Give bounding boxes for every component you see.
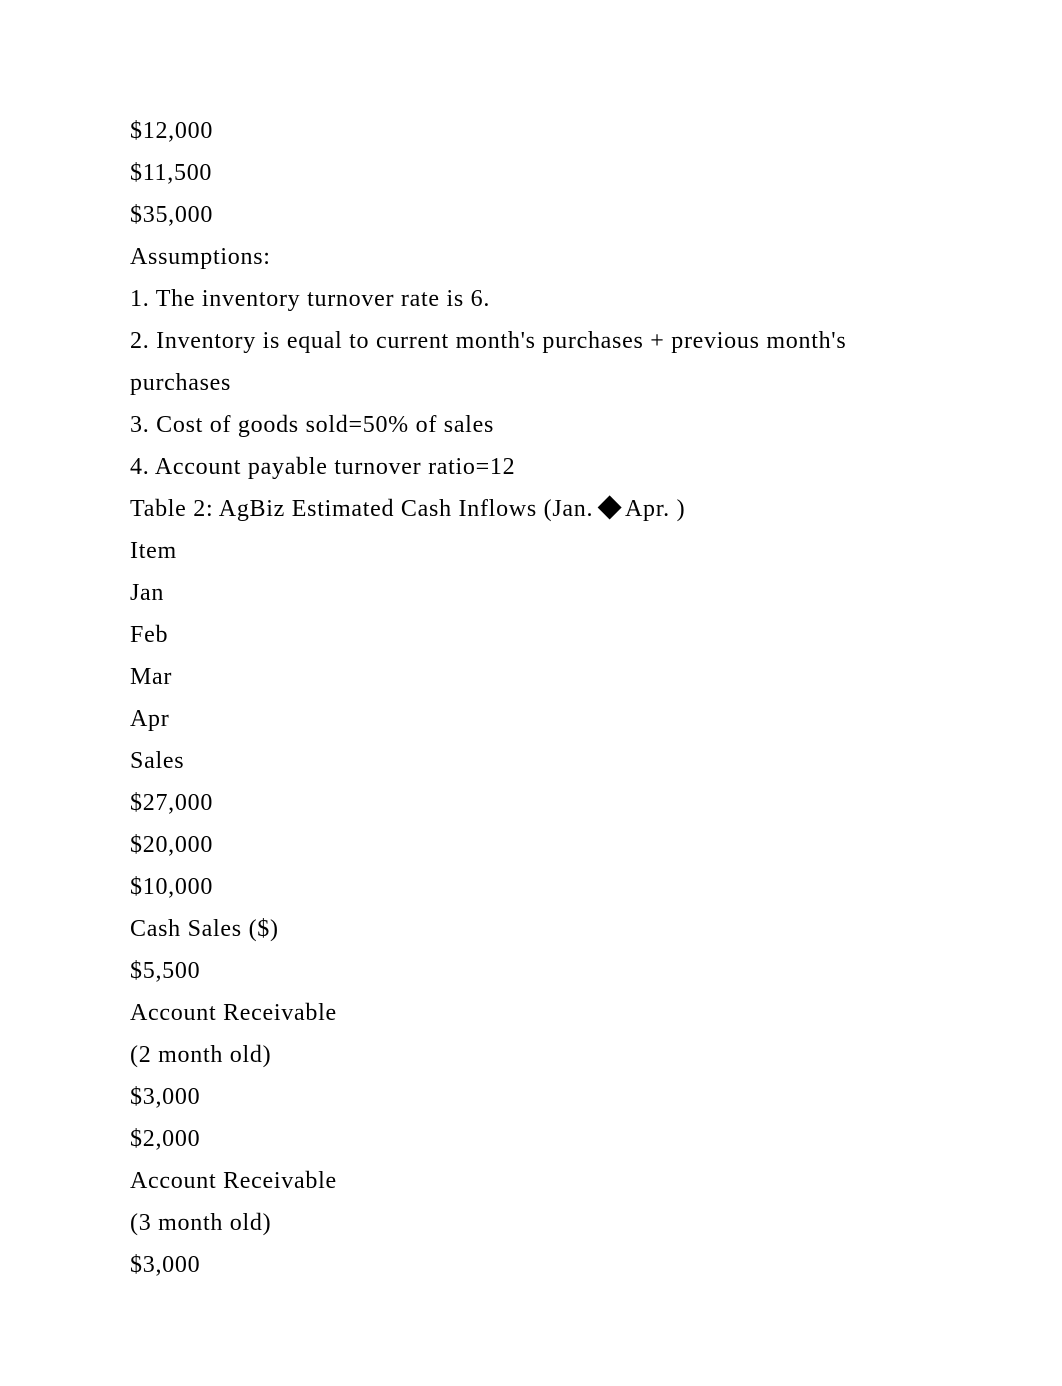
text-line: $3,000 bbox=[130, 1244, 932, 1286]
text-line: Jan bbox=[130, 572, 932, 614]
text-line: (2 month old) bbox=[130, 1034, 932, 1076]
document-page: $12,000 $11,500 $35,000 Assumptions: 1. … bbox=[0, 0, 1062, 1386]
text-line: 4. Account payable turnover ratio=12 bbox=[130, 446, 932, 488]
text-line: Sales bbox=[130, 740, 932, 782]
text-line: $20,000 bbox=[130, 824, 932, 866]
text-line: Cash Sales ($) bbox=[130, 908, 932, 950]
text-line: Account Receivable bbox=[130, 1160, 932, 1202]
text-line: $35,000 bbox=[130, 194, 932, 236]
diamond-icon bbox=[598, 496, 622, 520]
text-line: $2,000 bbox=[130, 1118, 932, 1160]
text-line: 3. Cost of goods sold=50% of sales bbox=[130, 404, 932, 446]
text-line: 1. The inventory turnover rate is 6. bbox=[130, 278, 932, 320]
text-line: Item bbox=[130, 530, 932, 572]
text-line: Mar bbox=[130, 656, 932, 698]
text-line: 2. Inventory is equal to current month's… bbox=[130, 320, 932, 404]
text-line: $10,000 bbox=[130, 866, 932, 908]
text-line: $3,000 bbox=[130, 1076, 932, 1118]
text-line: $27,000 bbox=[130, 782, 932, 824]
text-line: $11,500 bbox=[130, 152, 932, 194]
text-line: $5,500 bbox=[130, 950, 932, 992]
text-line: Table 2: AgBiz Estimated Cash Inflows (J… bbox=[130, 488, 932, 530]
text-line: Feb bbox=[130, 614, 932, 656]
text-line: Account Receivable bbox=[130, 992, 932, 1034]
text-line: (3 month old) bbox=[130, 1202, 932, 1244]
text-line: $12,000 bbox=[130, 110, 932, 152]
text-line: Assumptions: bbox=[130, 236, 932, 278]
text-line: Apr bbox=[130, 698, 932, 740]
